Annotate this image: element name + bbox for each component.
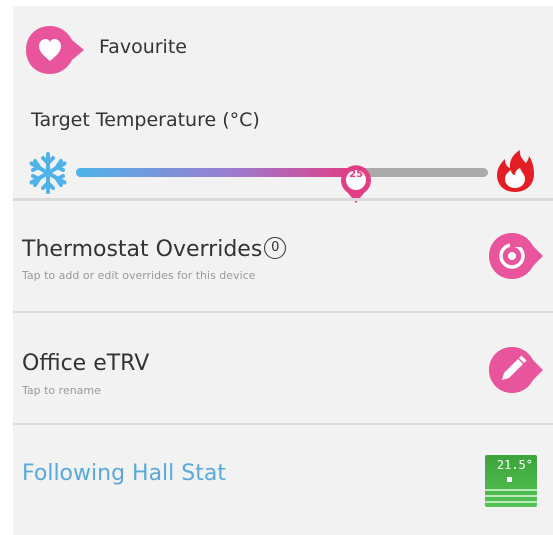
thermostat-overrides-row[interactable]: Thermostat Overrides 0 Tap to add or edit… xyxy=(13,201,553,311)
stat-line xyxy=(485,489,537,491)
pencil-icon[interactable] xyxy=(487,345,545,395)
favourite-label: Favourite xyxy=(99,36,187,58)
device-settings-panel: Favourite Target Temperature (°C) 25 The… xyxy=(13,6,553,535)
favourite-row[interactable]: Favourite xyxy=(13,6,553,86)
hall-stat-icon[interactable]: 21.5° xyxy=(485,455,537,507)
temperature-slider[interactable]: 25 xyxy=(13,146,553,203)
target-temperature-label: Target Temperature (°C) xyxy=(31,109,260,131)
snowflake-icon xyxy=(29,152,67,194)
stat-indicator xyxy=(507,477,512,482)
thermostat-overrides-title: Thermostat Overrides 0 xyxy=(22,237,287,262)
following-hall-stat-link[interactable]: Following Hall Stat xyxy=(22,461,226,486)
slider-fill xyxy=(76,168,357,177)
slider-track[interactable]: 25 xyxy=(76,165,488,203)
device-name-title: Office eTRV xyxy=(22,351,150,376)
thermostat-overrides-subtitle: Tap to add or edit overrides for this de… xyxy=(22,269,256,282)
thermostat-overrides-label: Thermostat Overrides xyxy=(22,237,263,262)
heart-icon[interactable] xyxy=(24,24,86,76)
device-name-subtitle: Tap to rename xyxy=(22,384,101,397)
stat-line xyxy=(485,495,537,497)
flame-icon xyxy=(497,150,534,192)
hall-stat-temperature: 21.5° xyxy=(496,458,533,472)
stat-line xyxy=(485,501,537,503)
override-icon[interactable] xyxy=(487,231,545,281)
divider xyxy=(13,423,553,425)
overrides-count-badge: 0 xyxy=(264,237,287,259)
device-name-row[interactable]: Office eTRV Tap to rename xyxy=(13,313,553,423)
slider-value: 25 xyxy=(349,169,364,180)
